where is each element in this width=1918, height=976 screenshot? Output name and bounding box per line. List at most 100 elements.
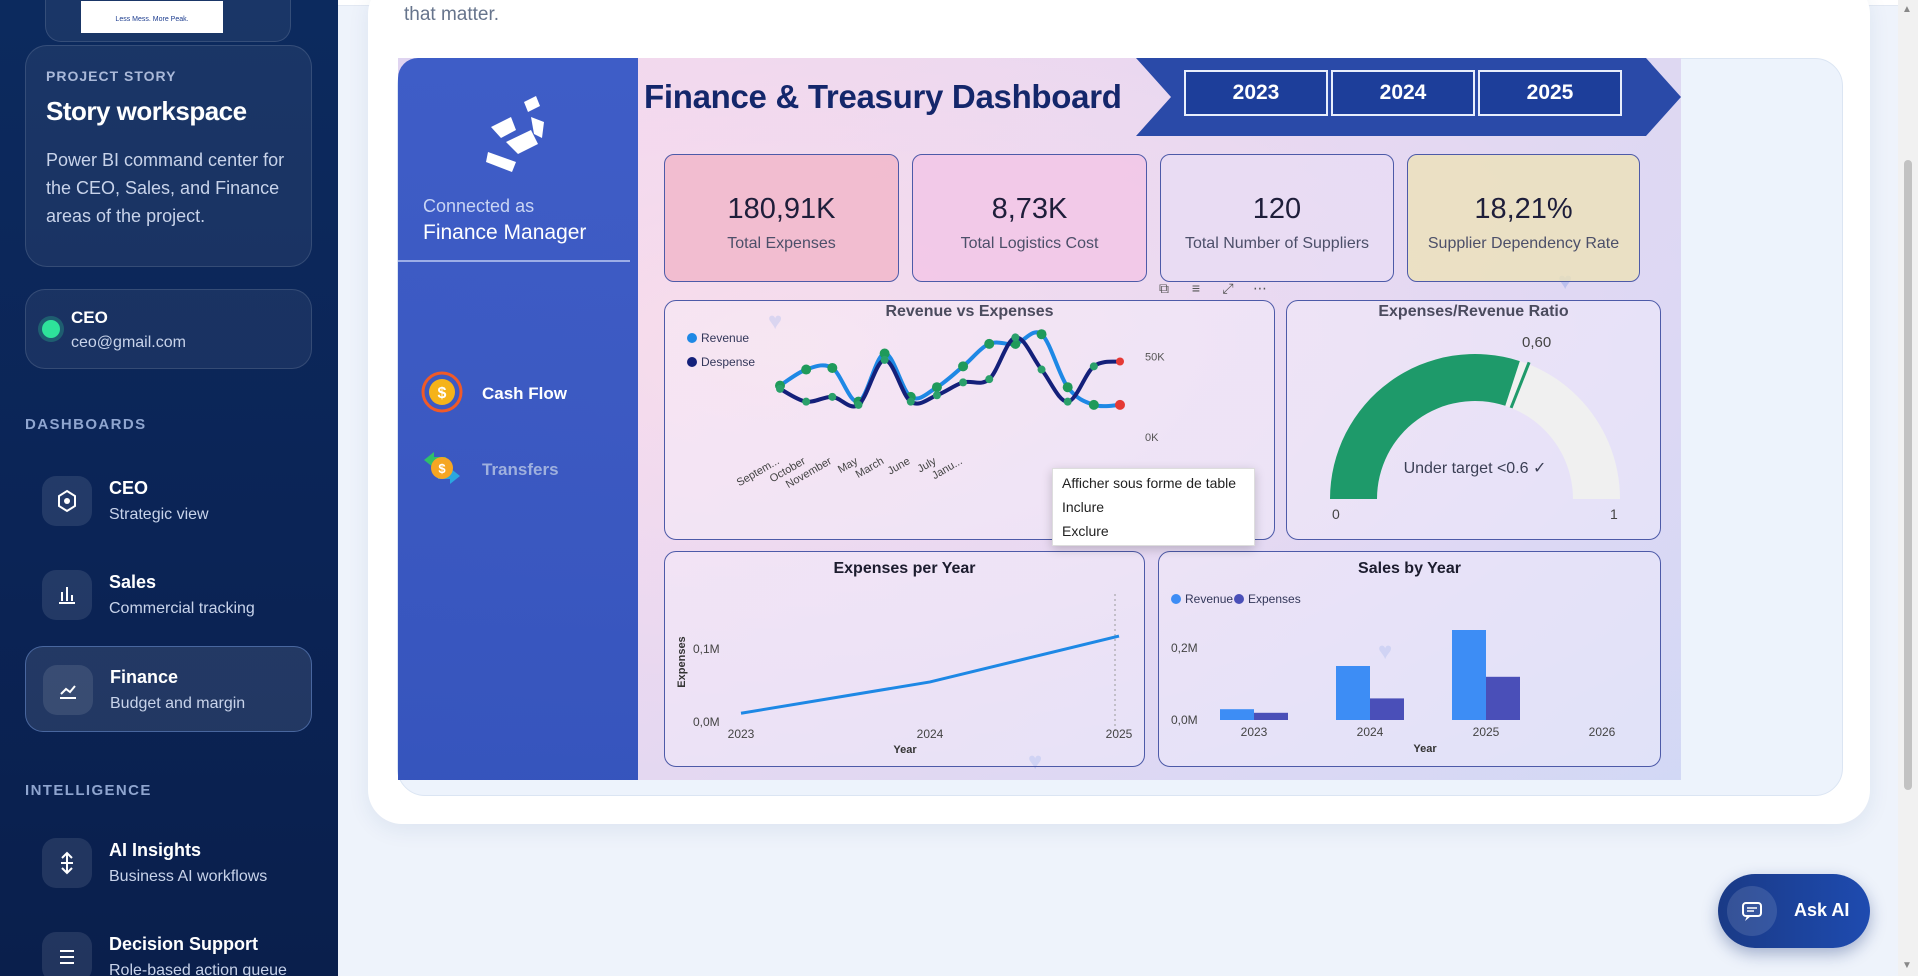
gauge-fill <box>1330 354 1520 499</box>
y-axis-label: Expenses <box>676 636 688 687</box>
year-slicer: 2023 2024 2025 <box>1136 58 1681 136</box>
user-email: ceo@gmail.com <box>71 334 186 351</box>
section-intelligence: INTELLIGENCE <box>25 782 152 799</box>
data-point <box>827 362 838 373</box>
ask-ai-label: Ask AI <box>1794 900 1850 920</box>
nav-subtitle: Role-based action queue <box>109 962 287 976</box>
kpi-total-logistics-cost[interactable]: 8,73K Total Logistics Cost <box>912 154 1147 282</box>
chat-icon <box>1727 886 1777 936</box>
dashboard-title: Finance & Treasury Dashboard <box>644 78 1122 115</box>
data-point <box>984 338 995 349</box>
copy-icon[interactable]: ⧉ <box>1154 278 1174 298</box>
x-tick-label: 2025 <box>1106 727 1133 741</box>
page-link-transfers[interactable]: $ Transfers <box>420 446 620 494</box>
kpi-supplier-dependency-rate[interactable]: 18,21% Supplier Dependency Rate <box>1407 154 1640 282</box>
data-point <box>828 392 837 401</box>
svg-text:$: $ <box>438 385 447 402</box>
focus-mode-icon[interactable]: ⤢ <box>1218 278 1238 298</box>
kpi-total-expenses[interactable]: 180,91K Total Expenses <box>664 154 899 282</box>
ai-arrows-icon <box>42 838 92 888</box>
x-tick-label: 2026 <box>1589 725 1616 739</box>
intro-text: that matter. <box>404 4 500 25</box>
bar-revenue <box>1220 709 1254 720</box>
nav-title: AI Insights <box>109 840 202 860</box>
story-description: Power BI command center for the CEO, Sal… <box>46 150 285 226</box>
data-point <box>958 361 969 372</box>
context-menu: Afficher sous forme de table Inclure Exc… <box>1052 468 1255 546</box>
data-point <box>802 397 811 406</box>
scroll-down-icon[interactable]: ▼ <box>1902 960 1912 971</box>
chart-sales-by-year[interactable]: Sales by Year Revenue Expenses 0,2M 0,0M 2… <box>1158 551 1661 767</box>
data-point <box>931 382 942 393</box>
nav-title: Sales <box>109 572 157 592</box>
menu-item-include[interactable]: Inclure <box>1062 499 1104 515</box>
x-axis-label: Year <box>1413 743 1437 755</box>
chart-expenses-per-year[interactable]: Expenses per Year 0,1M 0,0M 2023 2024 2025 Ye… <box>664 551 1145 767</box>
data-point <box>1062 382 1073 393</box>
x-tick-label: 2024 <box>917 727 944 741</box>
page-scrollbar[interactable]: ▲ ▼ <box>1898 0 1918 976</box>
divider <box>398 260 630 262</box>
nav-item-ai-insights[interactable]: AI Insights Business AI workflows <box>25 820 312 906</box>
nav-item-decision-support[interactable]: Decision Support Role-based action queue <box>25 914 312 976</box>
x-tick-label: Janu... <box>930 455 965 482</box>
nav-title: CEO <box>109 478 149 498</box>
nav-item-ceo[interactable]: CEO Strategic view <box>25 458 312 544</box>
kpi-total-suppliers[interactable]: 120 Total Number of Suppliers <box>1160 154 1394 282</box>
data-point <box>1116 357 1124 366</box>
gauge-min-label: 0 <box>1332 506 1340 522</box>
data-point <box>1037 365 1046 374</box>
trend-icon <box>43 665 93 715</box>
x-tick-label: 2023 <box>728 727 755 741</box>
svg-text:$: $ <box>438 461 446 476</box>
chart-expenses-revenue-ratio[interactable]: Expenses/Revenue Ratio 0,60 0 1 Under targe… <box>1286 300 1661 540</box>
data-point <box>1036 329 1047 340</box>
user-card[interactable]: CEO ceo@gmail.com <box>25 289 312 369</box>
menu-item-exclude[interactable]: Exclure <box>1062 523 1109 539</box>
powerbi-report: ♥ ♥ ♥ ♥ Connected as Finance Manager $ C… <box>398 58 1681 780</box>
series-line-expenses <box>740 634 1120 715</box>
year-button-2023[interactable]: 2023 <box>1184 70 1328 116</box>
year-button-2025[interactable]: 2025 <box>1478 70 1622 116</box>
nav-item-finance[interactable]: Finance Budget and margin <box>25 646 312 732</box>
section-dashboards: DASHBOARDS <box>25 416 147 433</box>
sales-year-plot: 0,2M 0,0M 2023 2024 2025 2026 Year <box>1171 630 1616 755</box>
nav-item-sales[interactable]: Sales Commercial tracking <box>25 552 312 638</box>
x-tick-label: 2025 <box>1473 725 1500 739</box>
kpi-label: Total Logistics Cost <box>960 235 1099 252</box>
year-button-2024[interactable]: 2024 <box>1331 70 1475 116</box>
kpi-value: 18,21% <box>1474 193 1573 225</box>
data-point <box>1088 399 1099 410</box>
brand-mark-icon <box>486 96 544 172</box>
menu-item-show-as-table[interactable]: Afficher sous forme de table <box>1062 475 1236 491</box>
data-point <box>854 400 863 409</box>
story-kicker: PROJECT STORY <box>46 68 177 84</box>
y-tick-label: 0,0M <box>1171 713 1198 727</box>
kpi-label: Total Expenses <box>727 235 836 252</box>
kpi-value: 180,91K <box>727 193 836 225</box>
connected-as-label: Connected as <box>423 196 535 216</box>
scroll-thumb[interactable] <box>1904 160 1912 790</box>
ask-ai-button[interactable]: Ask AI <box>1718 874 1870 948</box>
target-icon <box>42 476 92 526</box>
y-tick-label: 0,0M <box>693 715 720 729</box>
data-point <box>985 375 994 384</box>
bar-revenue <box>1452 630 1486 720</box>
data-point <box>801 364 812 375</box>
gauge-max-label: 1 <box>1610 506 1618 522</box>
logo-text: Less Mess. More Peak. <box>115 16 189 23</box>
nav-title: Decision Support <box>109 934 259 954</box>
filter-icon[interactable]: ≡ <box>1186 278 1206 298</box>
data-point <box>1089 362 1098 371</box>
scroll-up-icon[interactable]: ▲ <box>1902 4 1912 15</box>
page-link-cash-flow[interactable]: $ Cash Flow <box>420 370 620 418</box>
x-tick-label: March <box>854 455 886 481</box>
data-point <box>1011 333 1020 342</box>
nav-subtitle: Business AI workflows <box>109 868 268 885</box>
bar-expenses <box>1370 698 1404 720</box>
more-options-icon[interactable]: ⋯ <box>1250 278 1270 298</box>
x-tick-label: 2023 <box>1241 725 1268 739</box>
gauge-target-label: 0,60 <box>1522 334 1551 351</box>
expenses-year-plot: 0,1M 0,0M 2023 2024 2025 Year Expenses <box>676 594 1133 756</box>
y-tick-label: 0,2M <box>1171 641 1198 655</box>
